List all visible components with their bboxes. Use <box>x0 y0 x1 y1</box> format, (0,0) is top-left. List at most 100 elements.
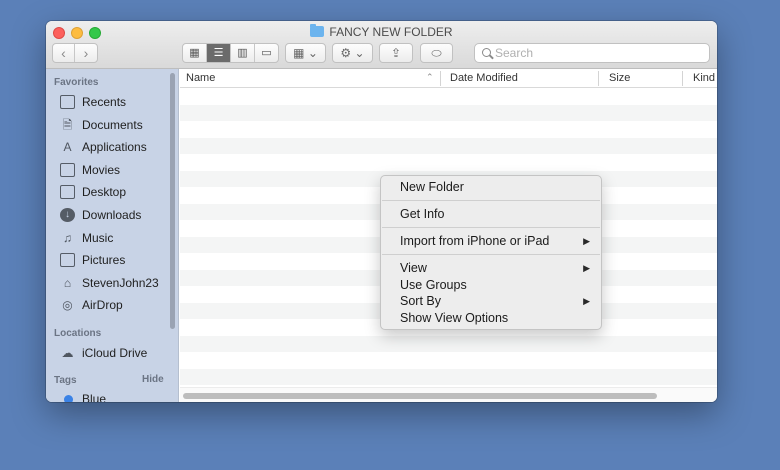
tags-hide-button[interactable]: Hide <box>142 374 164 385</box>
column-header-row: Name ⌃ Date Modified Size Kind <box>180 69 717 88</box>
menu-item-label: Sort By <box>400 294 441 308</box>
search-placeholder: Search <box>495 46 534 60</box>
icon-view-button[interactable]: ▦ <box>183 44 207 62</box>
sidebar-item-label: Pictures <box>82 253 126 267</box>
sidebar-item-home[interactable]: ⌂ StevenJohn23 <box>60 273 170 293</box>
sidebar-item-label: Applications <box>82 140 147 154</box>
horizontal-scroll-thumb[interactable] <box>183 393 657 399</box>
sidebar-item-label: StevenJohn23 <box>82 276 159 290</box>
menu-item-view[interactable]: View ▶ <box>381 260 601 277</box>
sidebar-item-label: Documents <box>82 118 143 132</box>
back-forward-group: ‹ › <box>52 43 98 63</box>
search-icon <box>482 48 491 57</box>
sidebar-scrollbar[interactable] <box>170 73 175 329</box>
tags-header: Tags <box>54 375 77 386</box>
list-row <box>180 154 717 171</box>
sidebar-item-icloud-drive[interactable]: ☁ iCloud Drive <box>60 343 170 363</box>
gallery-view-button[interactable]: ▭ <box>255 44 278 62</box>
sidebar-item-applications[interactable]: A Applications <box>60 137 170 157</box>
sidebar-item-label: Downloads <box>82 208 142 222</box>
chevron-down-icon: ⌄ <box>354 46 365 60</box>
movies-icon <box>60 163 75 177</box>
sidebar-item-tag-blue[interactable]: Blue <box>60 389 170 402</box>
list-row <box>180 368 717 385</box>
sidebar-item-downloads[interactable]: ↓ Downloads <box>60 205 170 225</box>
sidebar-item-label: Music <box>82 231 114 245</box>
menu-item-import-from-iphone[interactable]: Import from iPhone or iPad ▶ <box>381 233 601 250</box>
gear-icon: ⚙ <box>340 46 352 60</box>
music-icon: ♫ <box>63 231 72 245</box>
tag-icon: ⬭ <box>431 46 442 60</box>
menu-item-label: Show View Options <box>400 311 509 325</box>
share-icon: ⇪ <box>390 46 402 60</box>
submenu-arrow-icon: ▶ <box>583 296 590 306</box>
sidebar-item-music[interactable]: ♫ Music <box>60 228 170 248</box>
menu-item-show-view-options[interactable]: Show View Options <box>381 310 601 327</box>
list-row <box>180 335 717 352</box>
column-header-size[interactable]: Size <box>609 72 630 84</box>
menu-item-get-info[interactable]: Get Info <box>381 206 601 223</box>
menu-item-sort-by[interactable]: Sort By ▶ <box>381 293 601 310</box>
sidebar-item-pictures[interactable]: Pictures <box>60 250 170 270</box>
sidebar-item-recents[interactable]: Recents <box>60 92 170 112</box>
airdrop-icon: ◎ <box>62 298 73 312</box>
list-view-button[interactable]: ☰ <box>207 44 231 62</box>
context-menu: New Folder Get Info Import from iPhone o… <box>380 175 602 330</box>
menu-item-new-folder[interactable]: New Folder <box>381 179 601 196</box>
edit-tags-button[interactable]: ⬭ <box>420 43 453 63</box>
sidebar-item-movies[interactable]: Movies <box>60 160 170 180</box>
sidebar-item-desktop[interactable]: Desktop <box>60 182 170 202</box>
menu-item-label: Import from iPhone or iPad <box>400 234 550 248</box>
list-row <box>180 137 717 154</box>
group-icon: ▦ <box>293 46 305 60</box>
sidebar-item-label: Movies <box>82 163 121 177</box>
view-mode-group: ▦ ☰ ▥ ▭ <box>182 43 279 63</box>
list-row <box>180 104 717 121</box>
sidebar-item-airdrop[interactable]: ◎ AirDrop <box>60 295 170 315</box>
sidebar-item-label: Recents <box>82 95 127 109</box>
search-input[interactable]: Search <box>474 43 710 63</box>
sort-ascending-icon: ⌃ <box>426 72 434 82</box>
cloud-icon: ☁ <box>61 346 74 360</box>
applications-icon: A <box>63 140 72 154</box>
column-view-button[interactable]: ▥ <box>231 44 255 62</box>
forward-button[interactable]: › <box>75 44 97 62</box>
favorites-header: Favorites <box>54 77 99 88</box>
column-divider[interactable] <box>598 71 599 86</box>
list-row <box>180 88 717 105</box>
sidebar-item-documents[interactable]: 🗎 Documents <box>60 115 170 135</box>
column-divider[interactable] <box>440 71 441 86</box>
submenu-arrow-icon: ▶ <box>583 236 590 246</box>
group-by-button[interactable]: ▦ ⌄ <box>285 43 326 63</box>
downloads-icon: ↓ <box>60 208 75 222</box>
locations-header: Locations <box>54 328 102 339</box>
menu-separator <box>382 254 600 255</box>
sidebar-item-label: Blue <box>82 392 107 402</box>
menu-item-use-groups[interactable]: Use Groups <box>381 277 601 294</box>
menu-item-label: View <box>400 261 427 275</box>
window-title: FANCY NEW FOLDER <box>46 24 717 39</box>
share-button[interactable]: ⇪ <box>379 43 413 63</box>
chevron-down-icon: ⌄ <box>307 46 318 60</box>
column-header-kind[interactable]: Kind <box>693 72 715 84</box>
desktop-icon <box>60 185 75 199</box>
menu-separator <box>382 227 600 228</box>
titlebar[interactable]: FANCY NEW FOLDER ‹ › ▦ ☰ ▥ ▭ ▦ ⌄ ⚙ ⌄ ⇪ ⬭ … <box>46 21 717 69</box>
column-header-name[interactable]: Name <box>186 72 215 84</box>
sidebar: Favorites Recents 🗎 Documents A Applicat… <box>46 69 179 402</box>
sidebar-item-label: Desktop <box>82 185 127 199</box>
back-button[interactable]: ‹ <box>53 44 75 62</box>
recents-icon <box>60 95 75 109</box>
tag-color-dot <box>64 395 73 402</box>
home-icon: ⌂ <box>63 276 72 290</box>
menu-item-label: New Folder <box>400 180 464 194</box>
list-row <box>180 121 717 138</box>
column-header-date-modified[interactable]: Date Modified <box>450 72 518 84</box>
column-divider[interactable] <box>682 71 683 86</box>
menu-separator <box>382 200 600 201</box>
menu-item-label: Get Info <box>400 207 445 221</box>
submenu-arrow-icon: ▶ <box>583 263 590 273</box>
pictures-icon <box>60 253 75 267</box>
window-title-text: FANCY NEW FOLDER <box>329 25 453 39</box>
action-menu-button[interactable]: ⚙ ⌄ <box>332 43 373 63</box>
